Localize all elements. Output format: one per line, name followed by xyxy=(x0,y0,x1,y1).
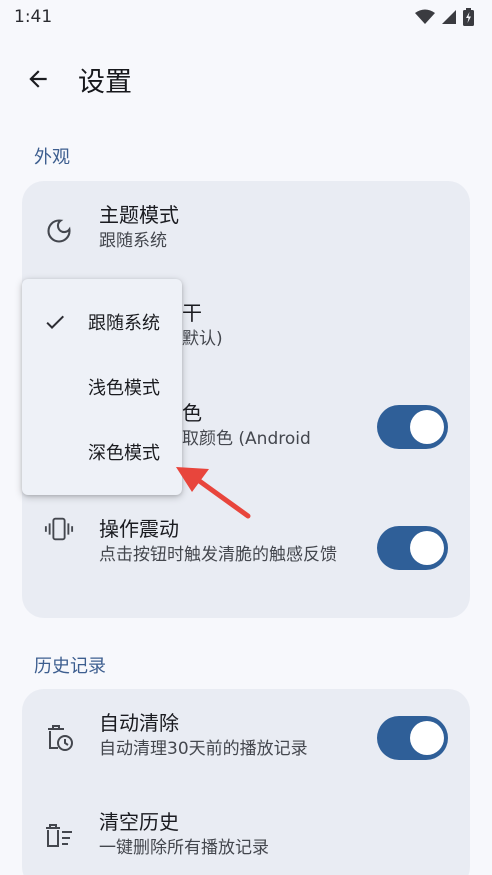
annotation-arrow-icon xyxy=(176,467,251,519)
